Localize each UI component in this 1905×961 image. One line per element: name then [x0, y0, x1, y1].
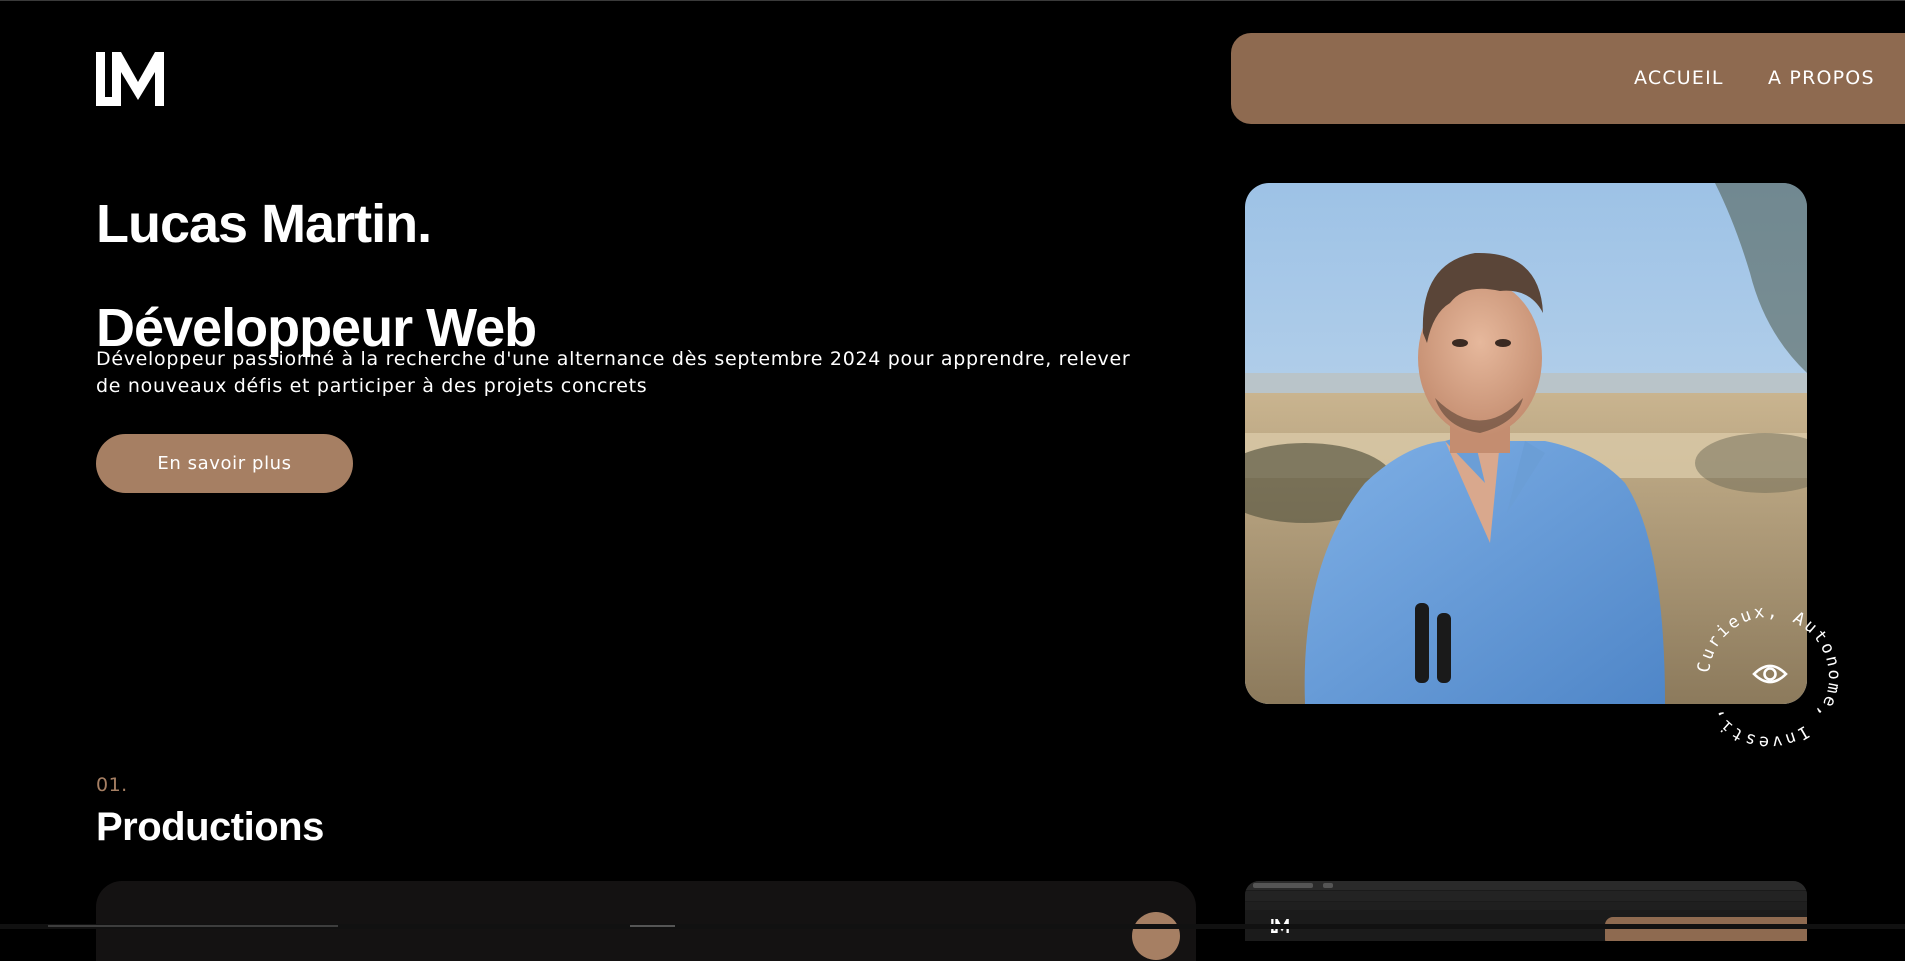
learn-more-button[interactable]: En savoir plus — [96, 434, 353, 493]
thumbnail-tabbar — [1245, 881, 1807, 890]
thumbnail-addressbar — [1245, 891, 1807, 909]
eye-icon — [1752, 664, 1788, 684]
section-title: Productions — [96, 805, 324, 849]
nav-accueil[interactable]: ACCUEIL — [1634, 67, 1724, 89]
production-card-button[interactable] — [1132, 912, 1180, 960]
thumbnail-tab-close — [1323, 883, 1333, 888]
production-thumbnail[interactable] — [1245, 881, 1807, 941]
hero-description: Développeur passionné à la recherche d'u… — [96, 348, 1131, 397]
section-number: 01. — [96, 774, 128, 796]
main-nav: ACCUEIL A PROPOS — [1231, 33, 1905, 124]
thumbnail-nav — [1605, 917, 1807, 941]
thumbnail-bookmarks — [1245, 902, 1807, 910]
lm-monogram-icon — [96, 52, 164, 106]
bottom-scrollbar[interactable] — [0, 924, 1905, 929]
hero-name: Lucas Martin. — [96, 194, 432, 254]
thumbnail-tab — [1253, 883, 1313, 888]
scroll-thumb[interactable] — [630, 925, 675, 927]
lm-logo[interactable] — [96, 52, 164, 106]
scroll-track-segment — [48, 925, 338, 927]
nav-a-propos[interactable]: A PROPOS — [1768, 67, 1875, 89]
production-card[interactable] — [96, 881, 1196, 961]
top-border — [0, 0, 1905, 1]
